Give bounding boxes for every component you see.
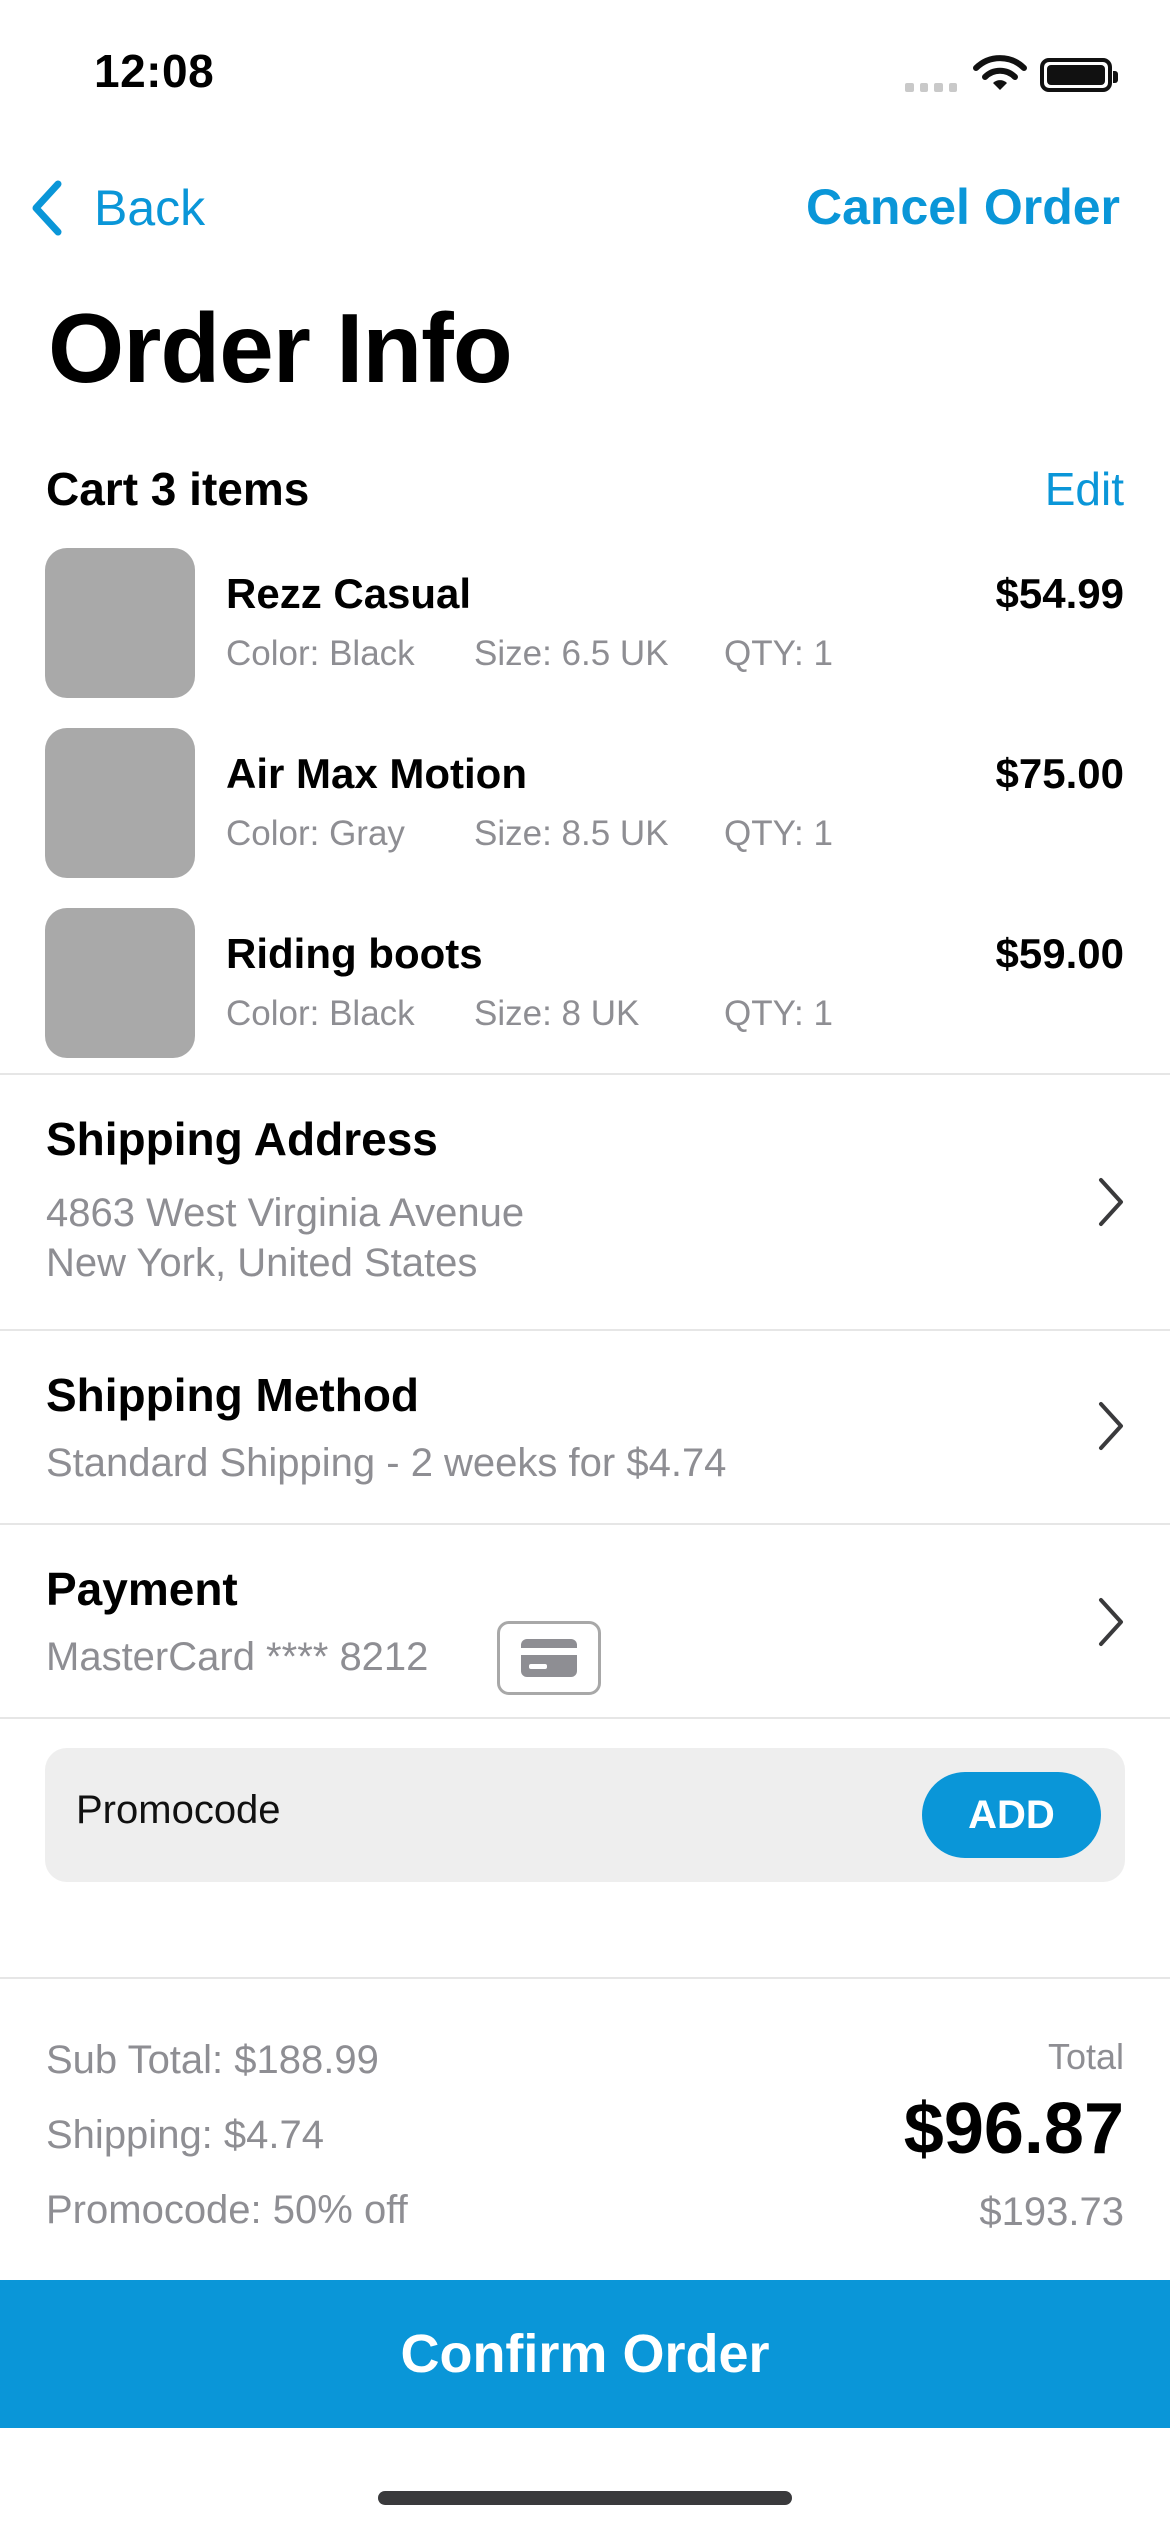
cart-item[interactable]: Rezz Casual $54.99 Color: Black Size: 6.… (0, 548, 1170, 698)
shipping-address-line1: 4863 West Virginia Avenue (46, 1191, 525, 1235)
shipping-cost-text: Shipping: $4.74 (46, 2113, 325, 2157)
product-size: Size: 8 UK (474, 994, 640, 1033)
chevron-left-icon (32, 180, 62, 236)
product-qty: QTY: 1 (724, 994, 833, 1033)
home-indicator[interactable] (378, 2491, 792, 2505)
edit-cart-button[interactable]: Edit (1045, 462, 1124, 516)
product-color: Color: Black (226, 634, 415, 673)
chevron-right-icon (1099, 1178, 1123, 1226)
shipping-method-detail: Standard Shipping - 2 weeks for $4.74 (46, 1441, 727, 1485)
promocode-discount-text: Promocode: 50% off (46, 2188, 408, 2232)
back-button[interactable]: Back (26, 178, 205, 238)
payment-detail: MasterCard **** 8212 (46, 1635, 429, 1679)
chevron-right-icon (1099, 1402, 1123, 1450)
product-qty: QTY: 1 (724, 634, 833, 673)
product-name: Air Max Motion (226, 750, 527, 797)
wifi-icon (973, 55, 1027, 90)
product-name: Rezz Casual (226, 570, 472, 617)
battery-icon (1040, 58, 1118, 92)
cart-item[interactable]: Riding boots $59.00 Color: Black Size: 8… (0, 908, 1170, 1058)
subtotal-text: Sub Total: $188.99 (46, 2038, 379, 2082)
product-thumbnail (45, 548, 195, 698)
back-label: Back (94, 180, 206, 236)
credit-card-icon (497, 1621, 601, 1695)
shipping-method-title: Shipping Method (46, 1369, 420, 1421)
product-name: Riding boots (226, 930, 483, 977)
cellular-signal-icon (905, 80, 957, 92)
product-price: $75.00 (995, 750, 1124, 797)
payment-title: Payment (46, 1563, 238, 1615)
status-time: 12:08 (94, 45, 215, 97)
total-value: $96.87 (903, 2089, 1124, 2169)
product-thumbnail (45, 908, 195, 1058)
page-title: Order Info (48, 293, 513, 403)
confirm-order-button[interactable]: Confirm Order (0, 2280, 1170, 2428)
product-price: $59.00 (995, 930, 1124, 977)
product-size: Size: 8.5 UK (474, 814, 669, 853)
divider (0, 1717, 1170, 1719)
shipping-address-title: Shipping Address (46, 1113, 438, 1165)
product-thumbnail (45, 728, 195, 878)
shipping-method-row[interactable] (0, 1331, 1170, 1523)
cancel-order-button[interactable]: Cancel Order (806, 178, 1120, 236)
total-label: Total (1047, 2036, 1124, 2077)
cart-title: Cart 3 items (46, 463, 310, 515)
credit-card-glyph (521, 1639, 577, 1677)
product-color: Color: Gray (226, 814, 405, 853)
product-price: $54.99 (995, 570, 1124, 617)
promocode-field[interactable]: Promocode ADD (45, 1748, 1125, 1882)
cart-item[interactable]: Air Max Motion $75.00 Color: Gray Size: … (0, 728, 1170, 878)
product-color: Color: Black (226, 994, 415, 1033)
divider (0, 1977, 1170, 1979)
add-promocode-button[interactable]: ADD (922, 1772, 1101, 1858)
promocode-input[interactable]: Promocode (76, 1788, 281, 1833)
chevron-right-icon (1099, 1598, 1123, 1646)
product-qty: QTY: 1 (724, 814, 833, 853)
shipping-address-line2: New York, United States (46, 1241, 478, 1285)
product-size: Size: 6.5 UK (474, 634, 669, 673)
original-total: $193.73 (979, 2190, 1124, 2234)
